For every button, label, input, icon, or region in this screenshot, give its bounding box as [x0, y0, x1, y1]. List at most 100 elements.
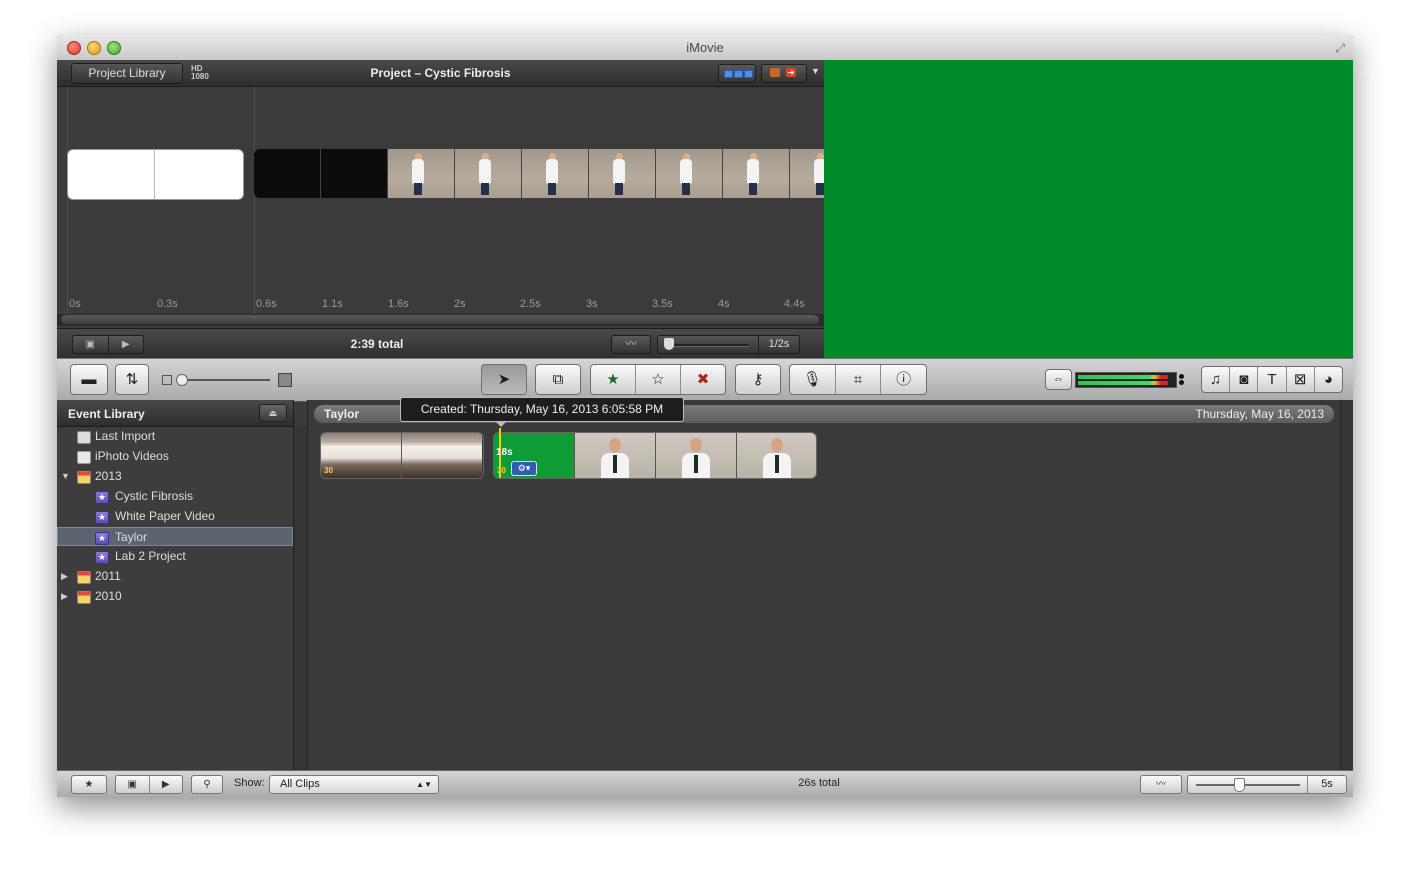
- clip-frame: [254, 149, 321, 198]
- library-item-label: 2013: [95, 469, 122, 483]
- project-zoom-slider[interactable]: 1/2s: [657, 335, 800, 354]
- disclosure-open-icon[interactable]: ▼: [61, 467, 70, 486]
- window-title: iMovie: [686, 40, 724, 55]
- meter-bar-left: [1078, 375, 1168, 379]
- clip-frame: [656, 149, 723, 198]
- project-zoom-value: 1/2s: [758, 336, 799, 353]
- clip-frame: [388, 149, 455, 198]
- meter-bar-right: [1078, 381, 1168, 385]
- audio-waveform-button[interactable]: 〰: [611, 335, 651, 354]
- event-library-scrollbar[interactable]: [293, 426, 307, 770]
- time-tick: 4.4s: [784, 298, 805, 310]
- eject-icon[interactable]: ⏏: [259, 404, 287, 422]
- event-star-icon: ★: [95, 551, 109, 564]
- swap-icon: ⇅: [125, 371, 139, 388]
- zoom-track: [1196, 784, 1300, 786]
- titles-icon[interactable]: T: [1258, 367, 1287, 392]
- calendar-icon: [77, 571, 91, 584]
- crop-icon[interactable]: ⌗: [836, 365, 882, 394]
- maps-globe-icon[interactable]: ◕: [1315, 367, 1342, 392]
- select-tool-button[interactable]: ➤: [481, 364, 527, 395]
- add-to-project-button[interactable]: ⧉: [535, 364, 581, 395]
- info-icon[interactable]: ⓘ: [881, 365, 926, 394]
- event-zoom-slider[interactable]: 5s: [1187, 775, 1347, 794]
- music-note-icon[interactable]: ♫: [1202, 367, 1231, 392]
- event-library-header: Event Library ⏏: [57, 400, 293, 427]
- photo-camera-icon[interactable]: ◙: [1230, 367, 1259, 392]
- thumbnail-view-icon: [724, 70, 733, 78]
- fps-badge: 30: [324, 466, 333, 475]
- unmark-star-icon[interactable]: ☆: [636, 365, 681, 394]
- event-cystic-fibrosis[interactable]: ★ Cystic Fibrosis: [57, 487, 293, 506]
- library-item-label: 2010: [95, 589, 122, 603]
- project-footer: ▣ ▶ 2:39 total 〰 1/2s: [57, 328, 824, 359]
- clip-frame: [589, 149, 656, 198]
- chapter-marker-icon: ➜: [786, 68, 796, 77]
- library-year-2013[interactable]: ▼ 2013: [57, 467, 293, 486]
- event-footer-bar: ★ ▣ ▶ ⚲ Show: All Clips ▲▼ 26s total 〰 5…: [57, 770, 1353, 797]
- thumbnail-view-icon: [734, 70, 743, 78]
- title-clip[interactable]: [67, 149, 244, 200]
- chevron-down-icon[interactable]: ▼: [811, 66, 820, 76]
- main-toolbar: ▬ ⇅ ➤ ⧉ ★ ☆ ✖ ⚷ 🎙 ⌗ ⓘ ⇔ ♫ ◙ T ⊠ ◕: [57, 358, 1353, 402]
- calendar-icon: [77, 471, 91, 484]
- library-year-2010[interactable]: ▶ 2010: [57, 587, 293, 606]
- library-item-last-import[interactable]: Last Import: [57, 427, 293, 446]
- event-star-icon: ★: [95, 532, 109, 545]
- audio-level-meter: [1075, 372, 1184, 388]
- voiceover-microphone-icon[interactable]: 🎙: [790, 365, 836, 394]
- transitions-icon[interactable]: ⊠: [1287, 367, 1315, 392]
- library-item-label: 2011: [95, 569, 121, 583]
- audio-adjust-button[interactable]: ⇔: [1045, 369, 1072, 390]
- reject-x-icon[interactable]: ✖: [681, 365, 725, 394]
- library-item-label: Lab 2 Project: [115, 549, 186, 563]
- disclosure-closed-icon[interactable]: ▶: [61, 567, 68, 586]
- time-tick: 3.5s: [652, 298, 673, 310]
- swap-events-projects-button[interactable]: ⇅: [115, 364, 149, 395]
- waveform-icon: 〰: [1156, 779, 1166, 790]
- zoom-knob[interactable]: [664, 338, 674, 350]
- clip-frame: [522, 149, 589, 198]
- event-lab-2-project[interactable]: ★ Lab 2 Project: [57, 547, 293, 566]
- clip-frame: [790, 149, 824, 198]
- clip-action-gear-icon[interactable]: ⚙▾: [511, 461, 537, 476]
- fullscreen-icon[interactable]: ⤢: [1335, 41, 1345, 56]
- favorite-star-icon[interactable]: ★: [591, 365, 636, 394]
- camera-import-button[interactable]: ▬: [70, 364, 108, 395]
- thumbnail-size-slider[interactable]: [162, 372, 292, 388]
- event-date: Thursday, May 16, 2013: [1195, 407, 1324, 421]
- slider-track: [176, 379, 270, 381]
- event-browser-scrollbar[interactable]: [1340, 400, 1353, 770]
- zoom-knob[interactable]: [1234, 778, 1245, 792]
- event-clip-sign[interactable]: 30: [320, 432, 484, 479]
- keyword-button[interactable]: ⚷: [735, 364, 781, 395]
- created-date-tooltip: Created: Thursday, May 16, 2013 6:05:58 …: [400, 397, 684, 427]
- project-horizontal-scrollbar[interactable]: [57, 314, 824, 326]
- rating-button-group: ★ ☆ ✖: [590, 364, 726, 395]
- library-item-iphoto-videos[interactable]: iPhoto Videos: [57, 447, 293, 466]
- time-tick: 2s: [454, 298, 466, 310]
- project-timeline[interactable]: 0s 0.3s 0.6s 1.1s 1.6s 2s 2.5s 3s 3.5s 4…: [57, 87, 824, 313]
- audio-waveform-button[interactable]: 〰: [1140, 775, 1182, 794]
- event-clip-interview[interactable]: 30: [493, 432, 817, 479]
- meter-peak-dot: [1179, 374, 1184, 379]
- video-clip-filmstrip[interactable]: [254, 149, 824, 198]
- timeline-gridline: [67, 87, 68, 313]
- comment-chapter-button[interactable]: ➜: [761, 64, 807, 83]
- event-taylor[interactable]: ★ Taylor: [57, 527, 293, 546]
- scrollbar-thumb[interactable]: [61, 315, 819, 324]
- thumbnail-view-button[interactable]: [718, 64, 756, 83]
- edit-tools-group: 🎙 ⌗ ⓘ: [789, 364, 927, 395]
- clip-frame: [656, 433, 737, 478]
- event-library: Event Library ⏏ Last Import iPhoto Video…: [57, 400, 307, 770]
- slider-knob[interactable]: [176, 374, 188, 386]
- disclosure-closed-icon[interactable]: ▶: [61, 587, 68, 606]
- browser-buttons-group: ♫ ◙ T ⊠ ◕: [1201, 366, 1343, 393]
- event-white-paper-video[interactable]: ★ White Paper Video: [57, 507, 293, 526]
- project-header: Project Library HD 1080 Project – Cystic…: [57, 60, 824, 87]
- time-tick: 4s: [718, 298, 730, 310]
- library-year-2011[interactable]: ▶ 2011: [57, 567, 293, 586]
- key-icon: ⚷: [752, 371, 764, 388]
- add-selection-icon: ⧉: [552, 371, 564, 388]
- arrow-pointer-icon: ➤: [497, 371, 511, 388]
